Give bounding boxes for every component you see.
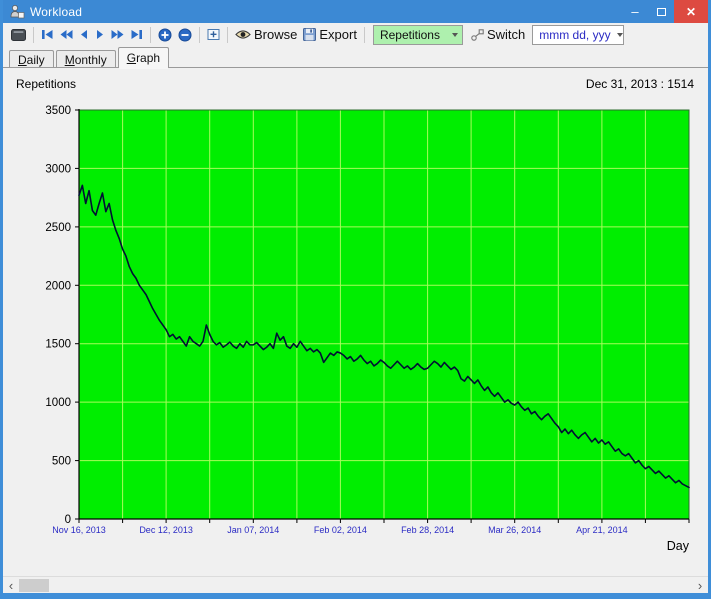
minimize-icon: – (631, 4, 639, 19)
fast-backward-button[interactable] (57, 25, 76, 45)
graph-page: Repetitions Dec 31, 2013 : 1514 0 500 1000… (3, 68, 708, 576)
chart-header: Repetitions Dec 31, 2013 : 1514 (3, 68, 708, 92)
switch-icon (471, 28, 484, 41)
svg-text:500: 500 (52, 456, 71, 468)
browse-label: Browse (254, 27, 298, 42)
tabbar: Daily Monthly Graph (3, 47, 708, 69)
maximize-button[interactable] (648, 0, 674, 23)
svg-text:Jan 07, 2014: Jan 07, 2014 (227, 525, 279, 535)
zoom-in-button[interactable] (155, 25, 175, 45)
fast-backward-icon (60, 30, 73, 39)
next-record-icon (97, 30, 103, 39)
switch-button[interactable]: Switch (468, 25, 528, 45)
last-record-button[interactable] (127, 25, 146, 45)
first-record-icon (42, 30, 53, 39)
toolbar-separator (199, 26, 200, 43)
scroll-left-icon: ‹ (8, 577, 14, 593)
chevron-down-icon (448, 26, 462, 44)
horizontal-scrollbar[interactable]: ‹ › (3, 576, 708, 593)
close-button[interactable]: ✕ (674, 0, 708, 23)
save-disk-icon (303, 28, 317, 41)
maximize-icon (656, 7, 666, 16)
svg-text:Feb 28, 2014: Feb 28, 2014 (401, 525, 454, 535)
tab-daily[interactable]: Daily (9, 50, 54, 68)
svg-text:Feb 02, 2014: Feb 02, 2014 (314, 525, 367, 535)
zoom-in-icon (158, 28, 172, 41)
export-button[interactable]: Export (300, 25, 360, 45)
series-select-value: Repetitions (373, 27, 448, 42)
fast-forward-icon (111, 30, 124, 39)
toolbar-separator (227, 26, 228, 43)
tab-graph[interactable]: Graph (117, 47, 170, 69)
chevron-down-icon (616, 26, 624, 44)
window-icon (11, 28, 26, 41)
chart-series-title: Repetitions (16, 77, 77, 91)
close-icon: ✕ (685, 4, 697, 19)
zoom-out-button[interactable] (175, 25, 195, 45)
svg-text:Apr 21, 2014: Apr 21, 2014 (576, 525, 628, 535)
series-select[interactable]: Repetitions (372, 24, 463, 45)
svg-text:2000: 2000 (45, 280, 71, 292)
browse-button[interactable]: Browse (232, 25, 300, 45)
window-title: Workload (30, 4, 83, 19)
toolbar-separator (363, 26, 365, 43)
svg-text:Mar 26, 2014: Mar 26, 2014 (488, 525, 541, 535)
scroll-left-button[interactable]: ‹ (3, 577, 19, 593)
svg-text:Day: Day (667, 539, 690, 553)
svg-text:2500: 2500 (45, 222, 71, 234)
eye-icon (235, 30, 251, 39)
app-icon (9, 4, 25, 19)
svg-text:Dec 12, 2013: Dec 12, 2013 (139, 525, 193, 535)
next-record-button[interactable] (92, 25, 108, 45)
svg-text:1000: 1000 (45, 397, 71, 409)
date-format-select[interactable]: mmm dd, yyy (532, 24, 625, 45)
tab-monthly[interactable]: Monthly (55, 50, 116, 68)
export-label: Export (319, 27, 357, 42)
toolbar-separator (150, 26, 151, 43)
scroll-right-button[interactable]: › (692, 577, 708, 593)
expand-button[interactable] (204, 25, 223, 45)
last-record-icon (131, 30, 142, 39)
svg-text:Nov 16, 2013: Nov 16, 2013 (52, 525, 106, 535)
boxed-plus-icon (207, 29, 220, 40)
fast-forward-button[interactable] (108, 25, 127, 45)
toolbar: Browse Export Repetitions Switch mmm dd,… (3, 23, 708, 47)
svg-text:3000: 3000 (45, 163, 71, 175)
minimize-button[interactable]: – (622, 0, 648, 23)
scroll-right-icon: › (697, 577, 703, 593)
workload-chart[interactable]: 0500100015002000250030003500Nov 16, 2013… (3, 92, 708, 562)
previous-record-button[interactable] (76, 25, 92, 45)
titlebar[interactable]: Workload – ✕ (3, 0, 708, 23)
zoom-out-icon (178, 28, 192, 41)
toolbar-separator (33, 26, 34, 43)
cursor-readout: Dec 31, 2013 : 1514 (585, 77, 694, 91)
date-format-value: mmm dd, yyy (539, 27, 611, 42)
scrollbar-thumb[interactable] (19, 579, 49, 592)
previous-record-icon (81, 30, 87, 39)
switch-label: Switch (486, 27, 526, 42)
svg-text:1500: 1500 (45, 339, 71, 351)
first-record-button[interactable] (38, 25, 57, 45)
svg-text:3500: 3500 (45, 105, 71, 117)
workload-window: Workload – ✕ Browse Export Repetitions S… (0, 0, 711, 599)
form-view-button[interactable] (8, 25, 29, 45)
